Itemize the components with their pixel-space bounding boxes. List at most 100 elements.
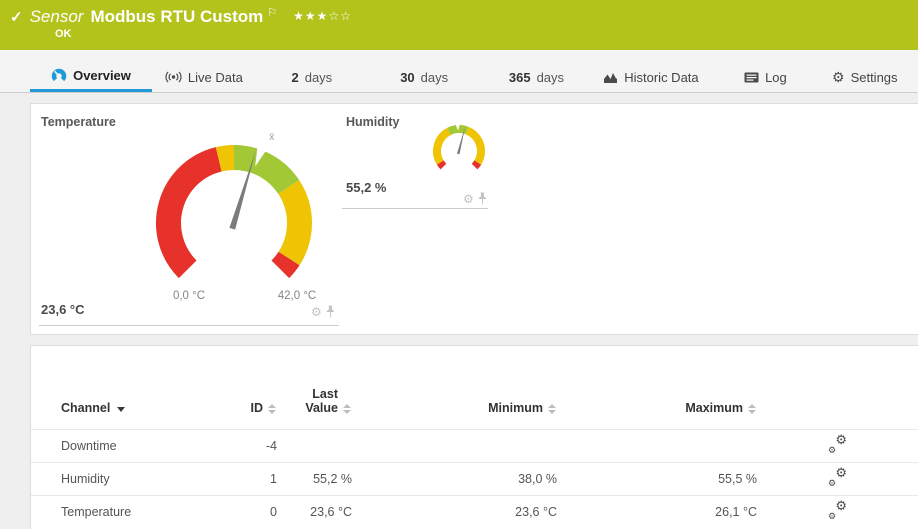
temperature-value: 23,6 °C (41, 302, 85, 317)
column-header-last-value[interactable]: Last Value (281, 346, 356, 429)
channel-settings-icon[interactable]: ⚙ ⚙ (828, 497, 847, 521)
tab-number: 365 (508, 69, 531, 85)
gear-icon: ⚙ (832, 68, 845, 85)
humidity-value: 55,2 % (346, 180, 387, 195)
sensor-title: Modbus RTU Custom (90, 7, 264, 26)
gear-icon: ⚙ (828, 510, 837, 521)
channel-name-cell: Downtime (31, 428, 226, 462)
humidity-gauge[interactable]: x̄ (429, 123, 489, 175)
column-header-id[interactable]: ID (226, 346, 281, 429)
prtg-sensor-page: ✓ Sensor Modbus RTU Custom ⚐ ★★★☆☆ OK Ov… (0, 0, 918, 529)
channel-actions-cell: ⚙ ⚙ (761, 494, 918, 528)
tab-label: Overview (73, 68, 131, 83)
tab-label: days (304, 69, 333, 85)
channel-name-cell: Temperature (31, 494, 226, 528)
column-label: Channel (61, 400, 111, 415)
stars-filled: ★★★ (293, 9, 329, 23)
tab-settings[interactable]: ⚙ Settings (822, 50, 908, 92)
channel-id-cell: 0 (226, 494, 281, 528)
table-row[interactable]: Humidity 1 55,2 % 38,0 % 55,5 % ⚙ ⚙ (31, 461, 918, 495)
gauge-icon (51, 68, 67, 83)
flag-icon[interactable]: ⚐ (267, 6, 277, 19)
table-header-row: Channel ID Last Value Minimum Maximum (31, 346, 918, 429)
tab-live-data[interactable]: Live Data (152, 50, 256, 92)
tab-number: 30 (400, 69, 415, 85)
status-badge: OK (55, 28, 72, 40)
channel-maximum-cell: 55,5 % (561, 461, 761, 495)
status-check-icon: ✓ (10, 9, 23, 26)
column-label: Last (312, 386, 338, 401)
channel-minimum-cell: 38,0 % (356, 461, 561, 495)
log-icon (744, 72, 759, 83)
column-label: ID (250, 400, 264, 415)
tab-365-days[interactable]: 365 days (480, 50, 592, 92)
tab-label: Log (765, 69, 787, 85)
channel-settings-icon[interactable]: ⚙ ⚙ (828, 431, 847, 455)
gear-icon: ⚙ (835, 431, 847, 447)
tab-bar: Overview Live Data 2 days 30 days 365 da… (0, 50, 918, 93)
column-label: Maximum (685, 400, 743, 415)
channel-minimum-cell (356, 428, 561, 462)
live-data-icon (165, 71, 182, 83)
channel-actions-cell: ⚙ ⚙ (761, 428, 918, 462)
temperature-gauge-title: Temperature (41, 115, 116, 129)
humidity-gauge-title: Humidity (346, 115, 400, 129)
sort-icon (268, 403, 277, 414)
pin-icon[interactable] (478, 192, 487, 205)
column-label: Minimum (488, 400, 543, 415)
gear-icon[interactable]: ⚙ (463, 193, 474, 205)
table-row[interactable]: Temperature 0 23,6 °C 23,6 °C 26,1 °C ⚙ ⚙ (31, 494, 918, 528)
column-header-channel[interactable]: Channel (31, 346, 226, 429)
gear-icon: ⚙ (835, 497, 847, 513)
channel-last-value-cell (281, 428, 356, 462)
channels-table: Channel ID Last Value Minimum Maximum Do… (31, 346, 918, 528)
channel-maximum-cell: 26,1 °C (561, 494, 761, 528)
column-header-maximum[interactable]: Maximum (561, 346, 761, 429)
tile-divider (39, 325, 339, 326)
temperature-gauge[interactable]: x̄ (131, 126, 337, 302)
channel-settings-icon[interactable]: ⚙ ⚙ (828, 464, 847, 488)
gear-icon: ⚙ (828, 444, 837, 455)
tab-label: Live Data (187, 69, 243, 85)
priority-stars[interactable]: ★★★☆☆ (293, 9, 352, 23)
sort-desc-icon (117, 406, 126, 412)
pin-icon[interactable] (326, 305, 335, 318)
channel-last-value-cell: 23,6 °C (281, 494, 356, 528)
channel-maximum-cell (561, 428, 761, 462)
gauges-panel: Temperature x̄ 0,0 °C 42,0 °C 23,6 °C ⚙ … (30, 103, 918, 335)
tab-overview[interactable]: Overview (30, 50, 152, 92)
gear-icon: ⚙ (835, 464, 847, 480)
channel-last-value-cell: 55,2 % (281, 461, 356, 495)
sort-icon (548, 403, 557, 414)
channel-id-cell: -4 (226, 428, 281, 462)
tab-label: Settings (850, 69, 898, 85)
column-header-minimum[interactable]: Minimum (356, 346, 561, 429)
tab-2-days[interactable]: 2 days (256, 50, 368, 92)
sort-icon (748, 403, 757, 414)
channel-actions-cell: ⚙ ⚙ (761, 461, 918, 495)
tab-label: days (536, 69, 565, 85)
stars-empty: ☆☆ (328, 9, 352, 23)
channel-id-cell: 1 (226, 461, 281, 495)
tab-label: Historic Data (624, 69, 699, 85)
column-header-actions (761, 346, 918, 429)
table-row[interactable]: Downtime -4 ⚙ ⚙ (31, 428, 918, 462)
channel-name-cell: Humidity (31, 461, 226, 495)
sensor-header: ✓ Sensor Modbus RTU Custom ⚐ ★★★☆☆ OK (0, 0, 918, 50)
tab-log[interactable]: Log (709, 50, 821, 92)
column-label: Value (305, 400, 338, 415)
sort-icon (343, 403, 352, 414)
channel-table-body: Downtime -4 ⚙ ⚙ Humidity 1 55,2 % 38,0 % 55,5 % ⚙… (31, 428, 918, 528)
humidity-tile-actions: ⚙ (463, 192, 487, 205)
tab-label: days (420, 69, 449, 85)
temperature-scale-max: 42,0 °C (277, 290, 317, 302)
tab-historic-data[interactable]: Historic Data (593, 50, 710, 92)
tab-30-days[interactable]: 30 days (368, 50, 480, 92)
gear-icon[interactable]: ⚙ (311, 306, 322, 318)
channels-table-panel: Channel ID Last Value Minimum Maximum Do… (30, 345, 918, 529)
object-kind-label: Sensor (29, 7, 84, 26)
gear-icon: ⚙ (828, 477, 837, 488)
temperature-scale-min: 0,0 °C (172, 290, 206, 302)
channel-minimum-cell: 23,6 °C (356, 494, 561, 528)
svg-text:x̄: x̄ (269, 132, 274, 143)
